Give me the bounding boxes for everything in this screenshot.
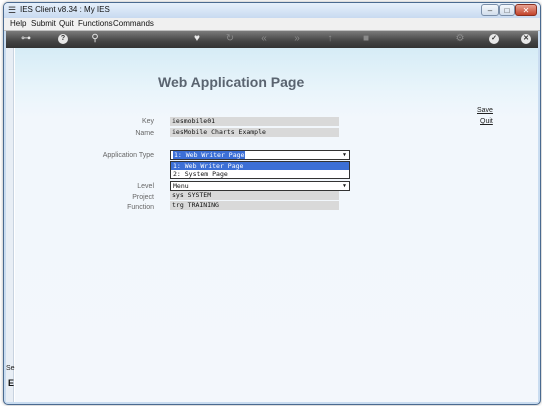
favorite-icon[interactable]: ♥ xyxy=(190,33,204,45)
title-bar: ☰ IES Client v8.34 : My IES – □ ✕ xyxy=(4,3,540,18)
application-type-select[interactable]: 1: Web Writer Page ▼ xyxy=(170,150,350,160)
page-title: Web Application Page xyxy=(158,74,305,90)
name-field: iesMobile Charts Example xyxy=(170,128,339,137)
side-strip-mark: E xyxy=(8,378,15,388)
key-label: Key xyxy=(141,118,154,125)
close-icon[interactable]: ✕ xyxy=(521,34,531,44)
ok-icon[interactable]: ✓ xyxy=(489,34,499,44)
level-select[interactable]: Menu ▼ xyxy=(170,181,350,191)
menu-quit[interactable]: Quit xyxy=(59,19,74,28)
menu-commands[interactable]: Commands xyxy=(113,19,154,28)
up-icon[interactable]: ↑ xyxy=(323,33,337,45)
minimize-button[interactable]: – xyxy=(481,4,499,16)
name-label: Name xyxy=(135,130,154,137)
key-icon[interactable]: ⊶ xyxy=(16,33,36,45)
help-icon[interactable]: ? xyxy=(58,34,68,44)
function-field: trg TRAINING xyxy=(170,201,339,210)
maximize-button[interactable]: □ xyxy=(499,4,515,16)
key-field: iesmobile01 xyxy=(170,117,339,126)
application-type-value: 1: Web Writer Page xyxy=(173,151,246,159)
project-field: sys SYSTEM xyxy=(170,191,339,200)
project-label: Project xyxy=(132,194,154,201)
chevron-down-icon[interactable]: ▼ xyxy=(341,183,348,189)
menu-submit[interactable]: Submit xyxy=(31,19,56,28)
save-link[interactable]: Save xyxy=(477,107,493,114)
forward-icon[interactable]: » xyxy=(290,33,304,45)
menu-help[interactable]: Help xyxy=(10,19,26,28)
chevron-down-icon[interactable]: ▼ xyxy=(341,152,348,158)
app-window: ☰ IES Client v8.34 : My IES – □ ✕ Help S… xyxy=(3,2,541,405)
application-type-label: Application Type xyxy=(102,152,154,159)
back-icon[interactable]: « xyxy=(257,33,271,45)
settings-icon[interactable]: ⚙ xyxy=(453,33,467,45)
side-strip: Sei E xyxy=(6,48,16,402)
close-window-button[interactable]: ✕ xyxy=(515,4,537,16)
search-icon[interactable]: ⚲ xyxy=(88,33,102,45)
stop-icon[interactable]: ■ xyxy=(359,33,373,45)
level-value: Menu xyxy=(173,182,189,190)
level-label: Level xyxy=(137,183,154,190)
dropdown-option[interactable]: 2: System Page xyxy=(171,170,349,178)
application-type-dropdown: 1: Web Writer Page 2: System Page xyxy=(170,161,350,179)
web-app-panel: Web Application Page Save Quit Key iesmo… xyxy=(15,48,538,402)
menu-functions[interactable]: Functions xyxy=(78,19,113,28)
menu-bar: Help Submit Quit Functions Commands xyxy=(4,18,540,31)
quit-link[interactable]: Quit xyxy=(480,118,493,125)
dropdown-option[interactable]: 1: Web Writer Page xyxy=(171,162,349,170)
app-icon: ☰ xyxy=(8,5,17,15)
content-area: Sei E Web Application Page Save Quit Key… xyxy=(6,48,538,402)
window-title: IES Client v8.34 : My IES xyxy=(20,5,110,14)
function-label: Function xyxy=(127,204,154,211)
toolbar: ⊶ ? ⚲ ♥ ↻ « » ↑ ■ ⚙ ✓ ✕ xyxy=(6,31,538,48)
refresh-icon[interactable]: ↻ xyxy=(223,33,237,45)
